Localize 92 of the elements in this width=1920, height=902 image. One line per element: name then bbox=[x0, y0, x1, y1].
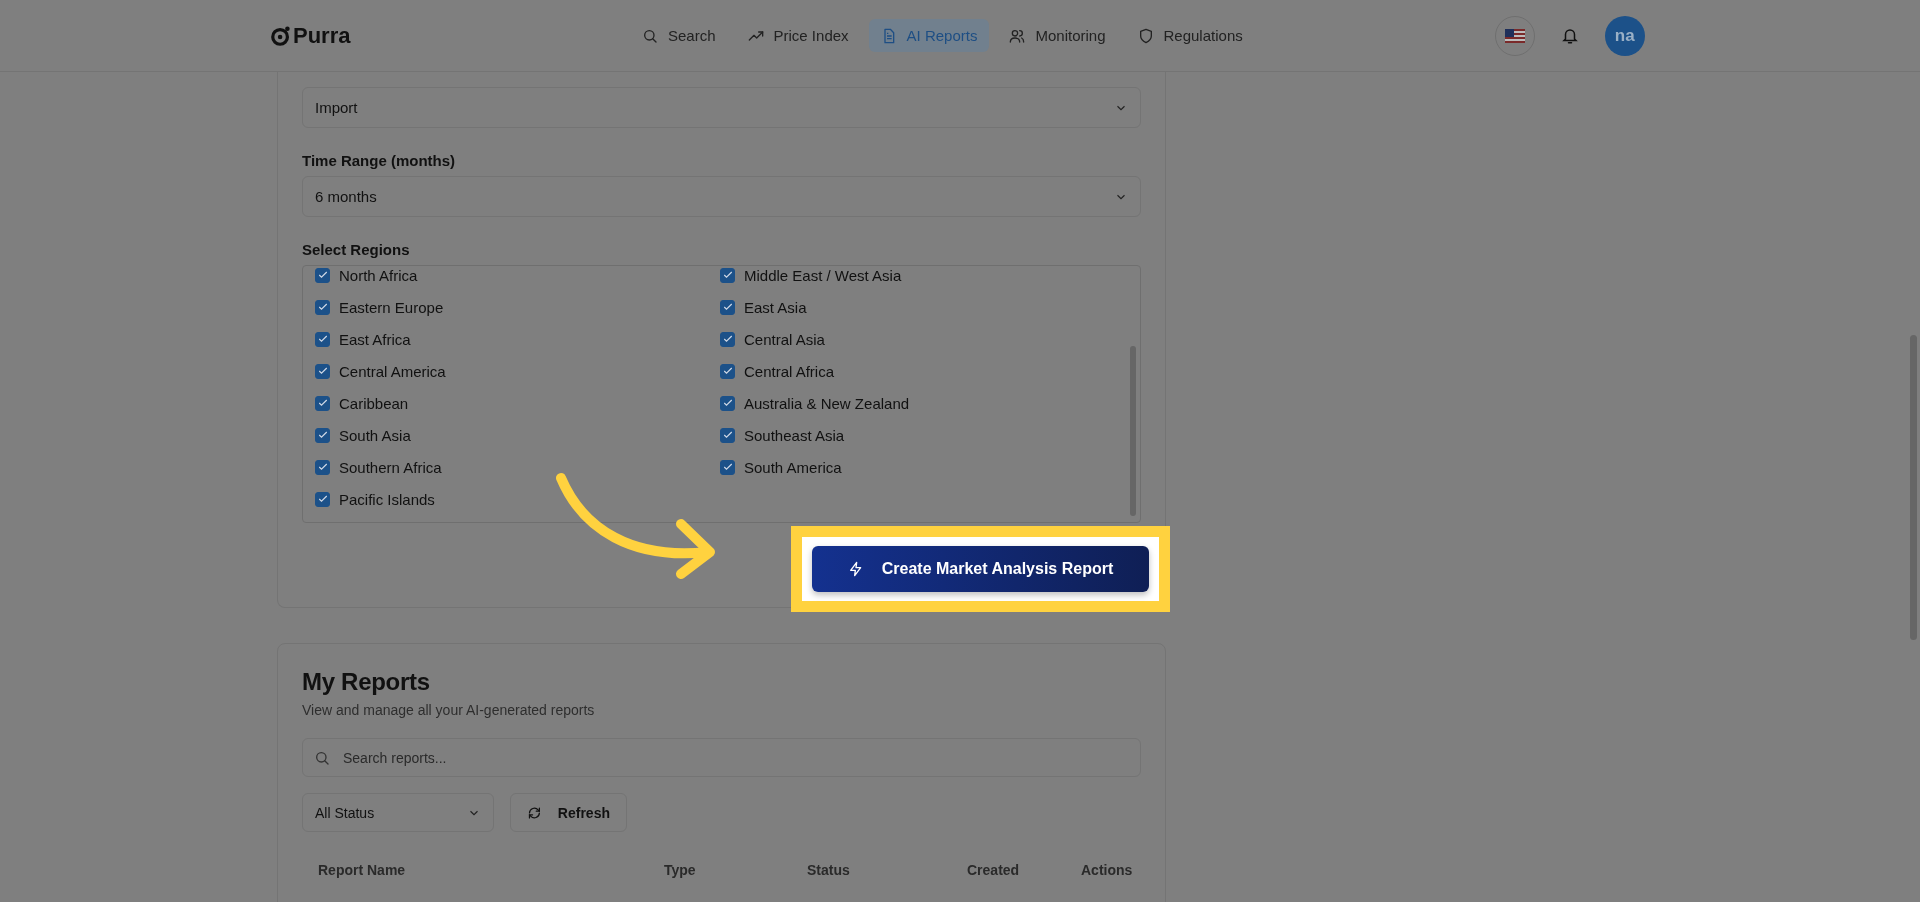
region-label: East Asia bbox=[744, 298, 807, 316]
checkbox[interactable] bbox=[315, 331, 330, 347]
checkbox[interactable] bbox=[315, 299, 330, 315]
checkmark-icon bbox=[316, 461, 329, 473]
region-checkbox[interactable]: Central America bbox=[315, 355, 720, 387]
logo-text[interactable]: Purra bbox=[293, 22, 351, 49]
lightning-icon bbox=[847, 561, 864, 577]
column-header: Report Name bbox=[318, 862, 407, 878]
search-icon bbox=[642, 27, 658, 44]
region-label: Eastern Europe bbox=[339, 298, 444, 316]
region-checkbox[interactable]: South Asia bbox=[315, 419, 720, 451]
region-label: Caribbean bbox=[339, 394, 409, 412]
region-label: Pacific Islands bbox=[339, 490, 435, 508]
region-checkbox[interactable]: Central Africa bbox=[720, 355, 1140, 387]
region-label: Central America bbox=[339, 362, 446, 380]
field-label: Time Range (months) bbox=[302, 152, 457, 170]
checkmark-icon bbox=[316, 365, 329, 377]
column-header: Actions bbox=[1081, 862, 1133, 878]
field-label: Select Regions bbox=[302, 241, 411, 259]
trade-type-select[interactable]: Import bbox=[302, 87, 1141, 128]
nav-tab[interactable]: Monitoring bbox=[997, 19, 1118, 52]
search-icon bbox=[314, 750, 330, 766]
scrollbar-thumb[interactable] bbox=[1130, 346, 1136, 516]
time-range-select[interactable]: 6 months bbox=[302, 176, 1141, 217]
section-subtitle: View and manage all your AI-generated reports bbox=[302, 702, 596, 718]
user-avatar[interactable]: na bbox=[1604, 15, 1645, 56]
checkbox[interactable] bbox=[720, 267, 735, 283]
column-header: Type bbox=[664, 862, 697, 878]
checkmark-icon bbox=[721, 397, 734, 409]
region-label: Central Africa bbox=[744, 362, 835, 380]
region-checkbox[interactable]: Middle East / West Asia bbox=[720, 266, 1140, 291]
checkbox[interactable] bbox=[315, 459, 330, 475]
bell-icon[interactable] bbox=[1560, 26, 1579, 45]
refresh-button[interactable]: Refresh bbox=[510, 793, 627, 832]
column-header: Status bbox=[807, 862, 851, 878]
checkmark-icon bbox=[721, 365, 734, 377]
logo-icon bbox=[270, 24, 292, 47]
checkbox[interactable] bbox=[315, 267, 330, 283]
checkmark-icon bbox=[721, 429, 734, 441]
section-title: My Reports bbox=[302, 668, 431, 696]
checkmark-icon bbox=[316, 429, 329, 441]
checkbox[interactable] bbox=[720, 363, 735, 379]
search-field[interactable]: Search reports... bbox=[302, 738, 1141, 777]
region-label: East Africa bbox=[339, 330, 411, 348]
users-icon bbox=[1009, 27, 1026, 44]
region-checkbox[interactable]: Central Asia bbox=[720, 323, 1140, 355]
checkmark-icon bbox=[721, 301, 734, 313]
region-label: South America bbox=[744, 458, 842, 476]
checkmark-icon bbox=[316, 269, 329, 281]
checkmark-icon bbox=[721, 269, 734, 281]
shield-icon bbox=[1137, 27, 1154, 44]
page-scrollbar[interactable] bbox=[1910, 335, 1917, 640]
region-label: North Africa bbox=[339, 266, 418, 284]
region-checkbox[interactable]: Southern Africa bbox=[315, 451, 720, 483]
checkmark-icon bbox=[316, 301, 329, 313]
checkbox[interactable] bbox=[720, 427, 735, 443]
checkbox[interactable] bbox=[720, 459, 735, 475]
column-header: Created bbox=[967, 862, 1021, 878]
checkbox[interactable] bbox=[315, 491, 330, 507]
checkmark-icon bbox=[316, 333, 329, 345]
region-checkbox[interactable]: Southeast Asia bbox=[720, 419, 1140, 451]
checkbox[interactable] bbox=[315, 395, 330, 411]
region-checkbox[interactable]: Australia & New Zealand bbox=[720, 387, 1140, 419]
region-label: Southeast Asia bbox=[744, 426, 845, 444]
region-checkbox[interactable]: South America bbox=[720, 451, 1140, 483]
flag-icon bbox=[1504, 28, 1525, 43]
region-label: South Asia bbox=[339, 426, 411, 444]
checkbox[interactable] bbox=[720, 331, 735, 347]
create-report-button[interactable]: Create Market Analysis Report bbox=[812, 546, 1149, 592]
region-label: Middle East / West Asia bbox=[744, 266, 902, 284]
region-label: Australia & New Zealand bbox=[744, 394, 910, 412]
region-checkbox[interactable]: Eastern Europe bbox=[315, 291, 720, 323]
checkbox[interactable] bbox=[720, 395, 735, 411]
checkbox[interactable] bbox=[315, 363, 330, 379]
checkbox[interactable] bbox=[315, 427, 330, 443]
nav-tab[interactable]: Search bbox=[630, 19, 728, 52]
region-label: Southern Africa bbox=[339, 458, 442, 476]
nav-tab[interactable]: Price Index bbox=[735, 19, 861, 52]
nav-tab[interactable]: Regulations bbox=[1125, 19, 1255, 52]
region-label: Central Asia bbox=[744, 330, 825, 348]
checkmark-icon bbox=[721, 333, 734, 345]
region-checkbox[interactable]: East Asia bbox=[720, 291, 1140, 323]
checkbox[interactable] bbox=[720, 299, 735, 315]
status-select[interactable]: All Status bbox=[302, 793, 494, 832]
region-checkbox[interactable]: Pacific Islands bbox=[315, 483, 720, 515]
checkmark-icon bbox=[316, 397, 329, 409]
region-checkbox[interactable]: Caribbean bbox=[315, 387, 720, 419]
region-checkbox[interactable]: East Africa bbox=[315, 323, 720, 355]
refresh-icon bbox=[527, 804, 542, 821]
checkmark-icon bbox=[721, 461, 734, 473]
checkmark-icon bbox=[316, 493, 329, 505]
region-checkbox[interactable]: North Africa bbox=[315, 266, 720, 291]
